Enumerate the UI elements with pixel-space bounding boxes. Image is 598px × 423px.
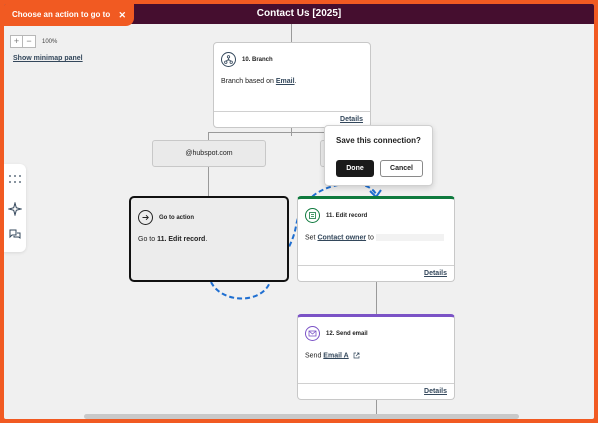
envelope-icon [305,326,320,341]
card-body-text: . [205,236,208,243]
zoom-out-button[interactable]: − [23,35,36,48]
contact-owner-property-link[interactable]: Contact owner [317,234,366,241]
action-picker-banner: Choose an action to go to ✕ [4,4,134,26]
connector-line [376,282,377,314]
horizontal-scrollbar[interactable] [84,414,519,419]
branch-option-pill[interactable]: @hubspot.com [152,140,266,167]
zoom-level: 100% [42,38,58,45]
action-picker-label: Choose an action to go to [12,10,111,19]
arrow-right-icon [138,210,153,225]
card-body-text: Set [305,234,318,242]
card-body-text: Send [305,352,324,360]
card-body: Send Email A [298,341,454,359]
card-title: Go to action [159,214,194,221]
target-action-name: 11. Edit record [157,236,206,243]
left-rail [4,164,26,252]
branch-action-card[interactable]: 10. Branch Branch based on Email. Detail… [213,42,371,128]
workflow-canvas[interactable]: Contact Us [2025] Choose an action to go… [4,4,594,419]
value-placeholder [375,234,444,241]
connector-line [291,24,292,44]
edit-record-action-card[interactable]: 11. Edit record Set Contact owner to Det… [297,196,455,282]
card-body-text: Go to [138,236,158,243]
branch-option-label: @hubspot.com [185,150,233,157]
comment-flag-icon[interactable] [8,228,22,242]
show-minimap-link[interactable]: Show minimap panel [13,55,83,62]
email-a-link[interactable]: Email A [323,352,348,359]
done-button[interactable]: Done [336,160,374,177]
card-body: Branch based on Email. [214,67,370,85]
details-link[interactable]: Details [424,388,447,395]
card-title: 11. Edit record [326,212,368,219]
sparkle-icon[interactable] [8,202,22,216]
card-body: Set Contact owner to [298,223,454,241]
send-email-action-card[interactable]: 12. Send email Send Email A Details [297,314,455,400]
zoom-controls: + − 100% [10,35,57,48]
card-body: Go to 11. Edit record. [131,225,287,243]
card-body-text: Branch based on [221,78,276,85]
popover-title: Save this connection? [336,136,421,145]
external-link-icon[interactable] [353,352,360,359]
card-body-text: . [294,78,297,85]
card-body-text: to [366,234,374,242]
go-to-action-card[interactable]: Go to action Go to 11. Edit record. [129,196,289,282]
card-footer: Details [298,383,454,399]
card-title: 10. Branch [242,56,273,63]
zoom-in-button[interactable]: + [10,35,23,48]
grid-dots-icon[interactable] [8,172,22,186]
card-title: 12. Send email [326,330,368,337]
details-link[interactable]: Details [424,270,447,277]
edit-record-icon [305,208,320,223]
cancel-button[interactable]: Cancel [380,160,423,177]
connector-line [208,167,209,196]
details-link[interactable]: Details [340,116,363,123]
card-footer: Details [298,265,454,281]
close-icon[interactable]: ✕ [118,4,126,26]
email-property-link[interactable]: Email [276,78,295,85]
save-connection-popover: Save this connection? Done Cancel [324,125,433,186]
branch-icon [221,52,236,67]
